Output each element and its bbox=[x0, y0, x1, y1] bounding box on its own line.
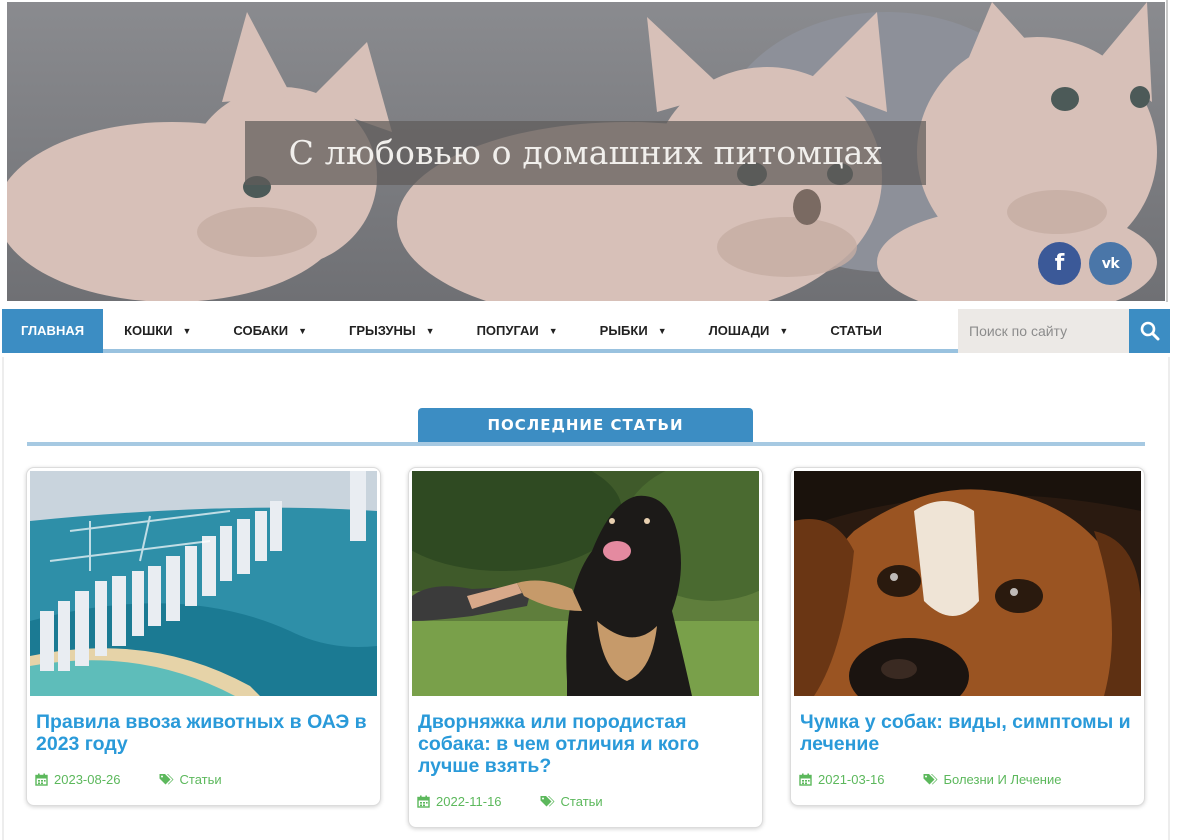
nav-item-label: Статьи bbox=[830, 323, 882, 338]
article-thumbnail[interactable] bbox=[412, 471, 759, 696]
nav-item-rodents[interactable]: Грызуны ▼ bbox=[328, 309, 456, 353]
article-date-text: 2023-08-26 bbox=[54, 772, 121, 787]
caret-down-icon: ▼ bbox=[298, 326, 308, 336]
vk-icon: vk bbox=[1101, 255, 1120, 272]
beagle-image bbox=[794, 471, 1141, 696]
site-title: С любовью о домашних питомцах bbox=[245, 121, 926, 185]
article-date-text: 2022-11-16 bbox=[436, 794, 502, 809]
caret-down-icon: ▼ bbox=[182, 326, 192, 336]
nav-item-articles[interactable]: Статьи bbox=[809, 309, 903, 353]
nav-item-label: Главная bbox=[21, 323, 85, 338]
header-border bbox=[1166, 0, 1168, 302]
content-border-right bbox=[1168, 357, 1170, 840]
article-thumbnail[interactable] bbox=[30, 471, 377, 696]
search-button[interactable] bbox=[1129, 309, 1170, 353]
dubai-marina-image bbox=[30, 471, 377, 696]
caret-down-icon: ▼ bbox=[548, 326, 558, 336]
nav-item-parrots[interactable]: Попугаи ▼ bbox=[456, 309, 579, 353]
article-date: 2023-08-26 bbox=[35, 772, 121, 787]
nav-item-fish[interactable]: Рыбки ▼ bbox=[579, 309, 688, 353]
article-meta: 2023-08-26 Статьи bbox=[35, 772, 222, 787]
nav-item-home[interactable]: Главная bbox=[2, 309, 104, 353]
nav-item-dogs[interactable]: Собаки ▼ bbox=[212, 309, 328, 353]
facebook-button[interactable]: f bbox=[1038, 242, 1081, 285]
nav-menu: Главная Кошки ▼ Собаки ▼ Грызуны ▼ Попугаи ▼… bbox=[2, 309, 903, 353]
article-date: 2022-11-16 bbox=[417, 794, 502, 809]
nav-item-label: Лошади bbox=[708, 323, 770, 338]
article-title[interactable]: Чумка у собак: виды, симптомы и лечение bbox=[800, 711, 1135, 755]
calendar-icon bbox=[35, 773, 48, 786]
article-category-text[interactable]: Болезни И Лечение bbox=[944, 772, 1062, 787]
article-date-text: 2021-03-16 bbox=[818, 772, 885, 787]
article-category[interactable]: Статьи bbox=[159, 772, 222, 787]
article-category[interactable]: Болезни И Лечение bbox=[923, 772, 1062, 787]
tags-icon bbox=[159, 774, 173, 785]
caret-down-icon: ▼ bbox=[657, 326, 667, 336]
article-date: 2021-03-16 bbox=[799, 772, 885, 787]
article-title[interactable]: Правила ввоза животных в ОАЭ в 2023 году bbox=[36, 711, 371, 755]
nav-item-label: Собаки bbox=[233, 323, 289, 338]
article-meta: 2021-03-16 Болезни И Лечение bbox=[799, 772, 1061, 787]
calendar-icon bbox=[417, 795, 430, 808]
vkontakte-button[interactable]: vk bbox=[1089, 242, 1132, 285]
article-meta: 2022-11-16 Статьи bbox=[417, 794, 603, 809]
article-thumbnail[interactable] bbox=[794, 471, 1141, 696]
article-category-text[interactable]: Статьи bbox=[561, 794, 603, 809]
main-nav: Главная Кошки ▼ Собаки ▼ Грызуны ▼ Попугаи ▼… bbox=[2, 309, 1170, 353]
calendar-icon bbox=[799, 773, 812, 786]
section-heading: ПОСЛЕДНИЕ СТАТЬИ bbox=[418, 408, 753, 442]
article-title[interactable]: Дворняжка или породистая собака: в чем о… bbox=[418, 711, 753, 777]
nav-item-label: Попугаи bbox=[476, 323, 539, 338]
nav-item-label: Кошки bbox=[124, 323, 173, 338]
nav-item-cats[interactable]: Кошки ▼ bbox=[103, 309, 212, 353]
article-category[interactable]: Статьи bbox=[540, 794, 603, 809]
nav-item-label: Грызуны bbox=[349, 323, 416, 338]
article-card[interactable]: Дворняжка или породистая собака: в чем о… bbox=[408, 467, 763, 828]
search-input[interactable] bbox=[958, 309, 1129, 353]
caret-down-icon: ▼ bbox=[425, 326, 435, 336]
article-category-text[interactable]: Статьи bbox=[180, 772, 222, 787]
nav-item-horses[interactable]: Лошади ▼ bbox=[688, 309, 810, 353]
tags-icon bbox=[540, 796, 555, 807]
nav-item-label: Рыбки bbox=[599, 323, 648, 338]
site-header: С любовью о домашних питомцах f vk bbox=[7, 2, 1165, 301]
article-card[interactable]: Правила ввоза животных в ОАЭ в 2023 году… bbox=[26, 467, 381, 806]
tags-icon bbox=[923, 774, 937, 785]
caret-down-icon: ▼ bbox=[779, 326, 789, 336]
search-icon bbox=[1140, 321, 1159, 341]
facebook-icon: f bbox=[1054, 251, 1065, 276]
article-card[interactable]: Чумка у собак: виды, симптомы и лечение … bbox=[790, 467, 1145, 806]
content-border-left bbox=[2, 357, 4, 840]
dog-paw-image bbox=[412, 471, 759, 696]
section-divider bbox=[27, 442, 1145, 446]
